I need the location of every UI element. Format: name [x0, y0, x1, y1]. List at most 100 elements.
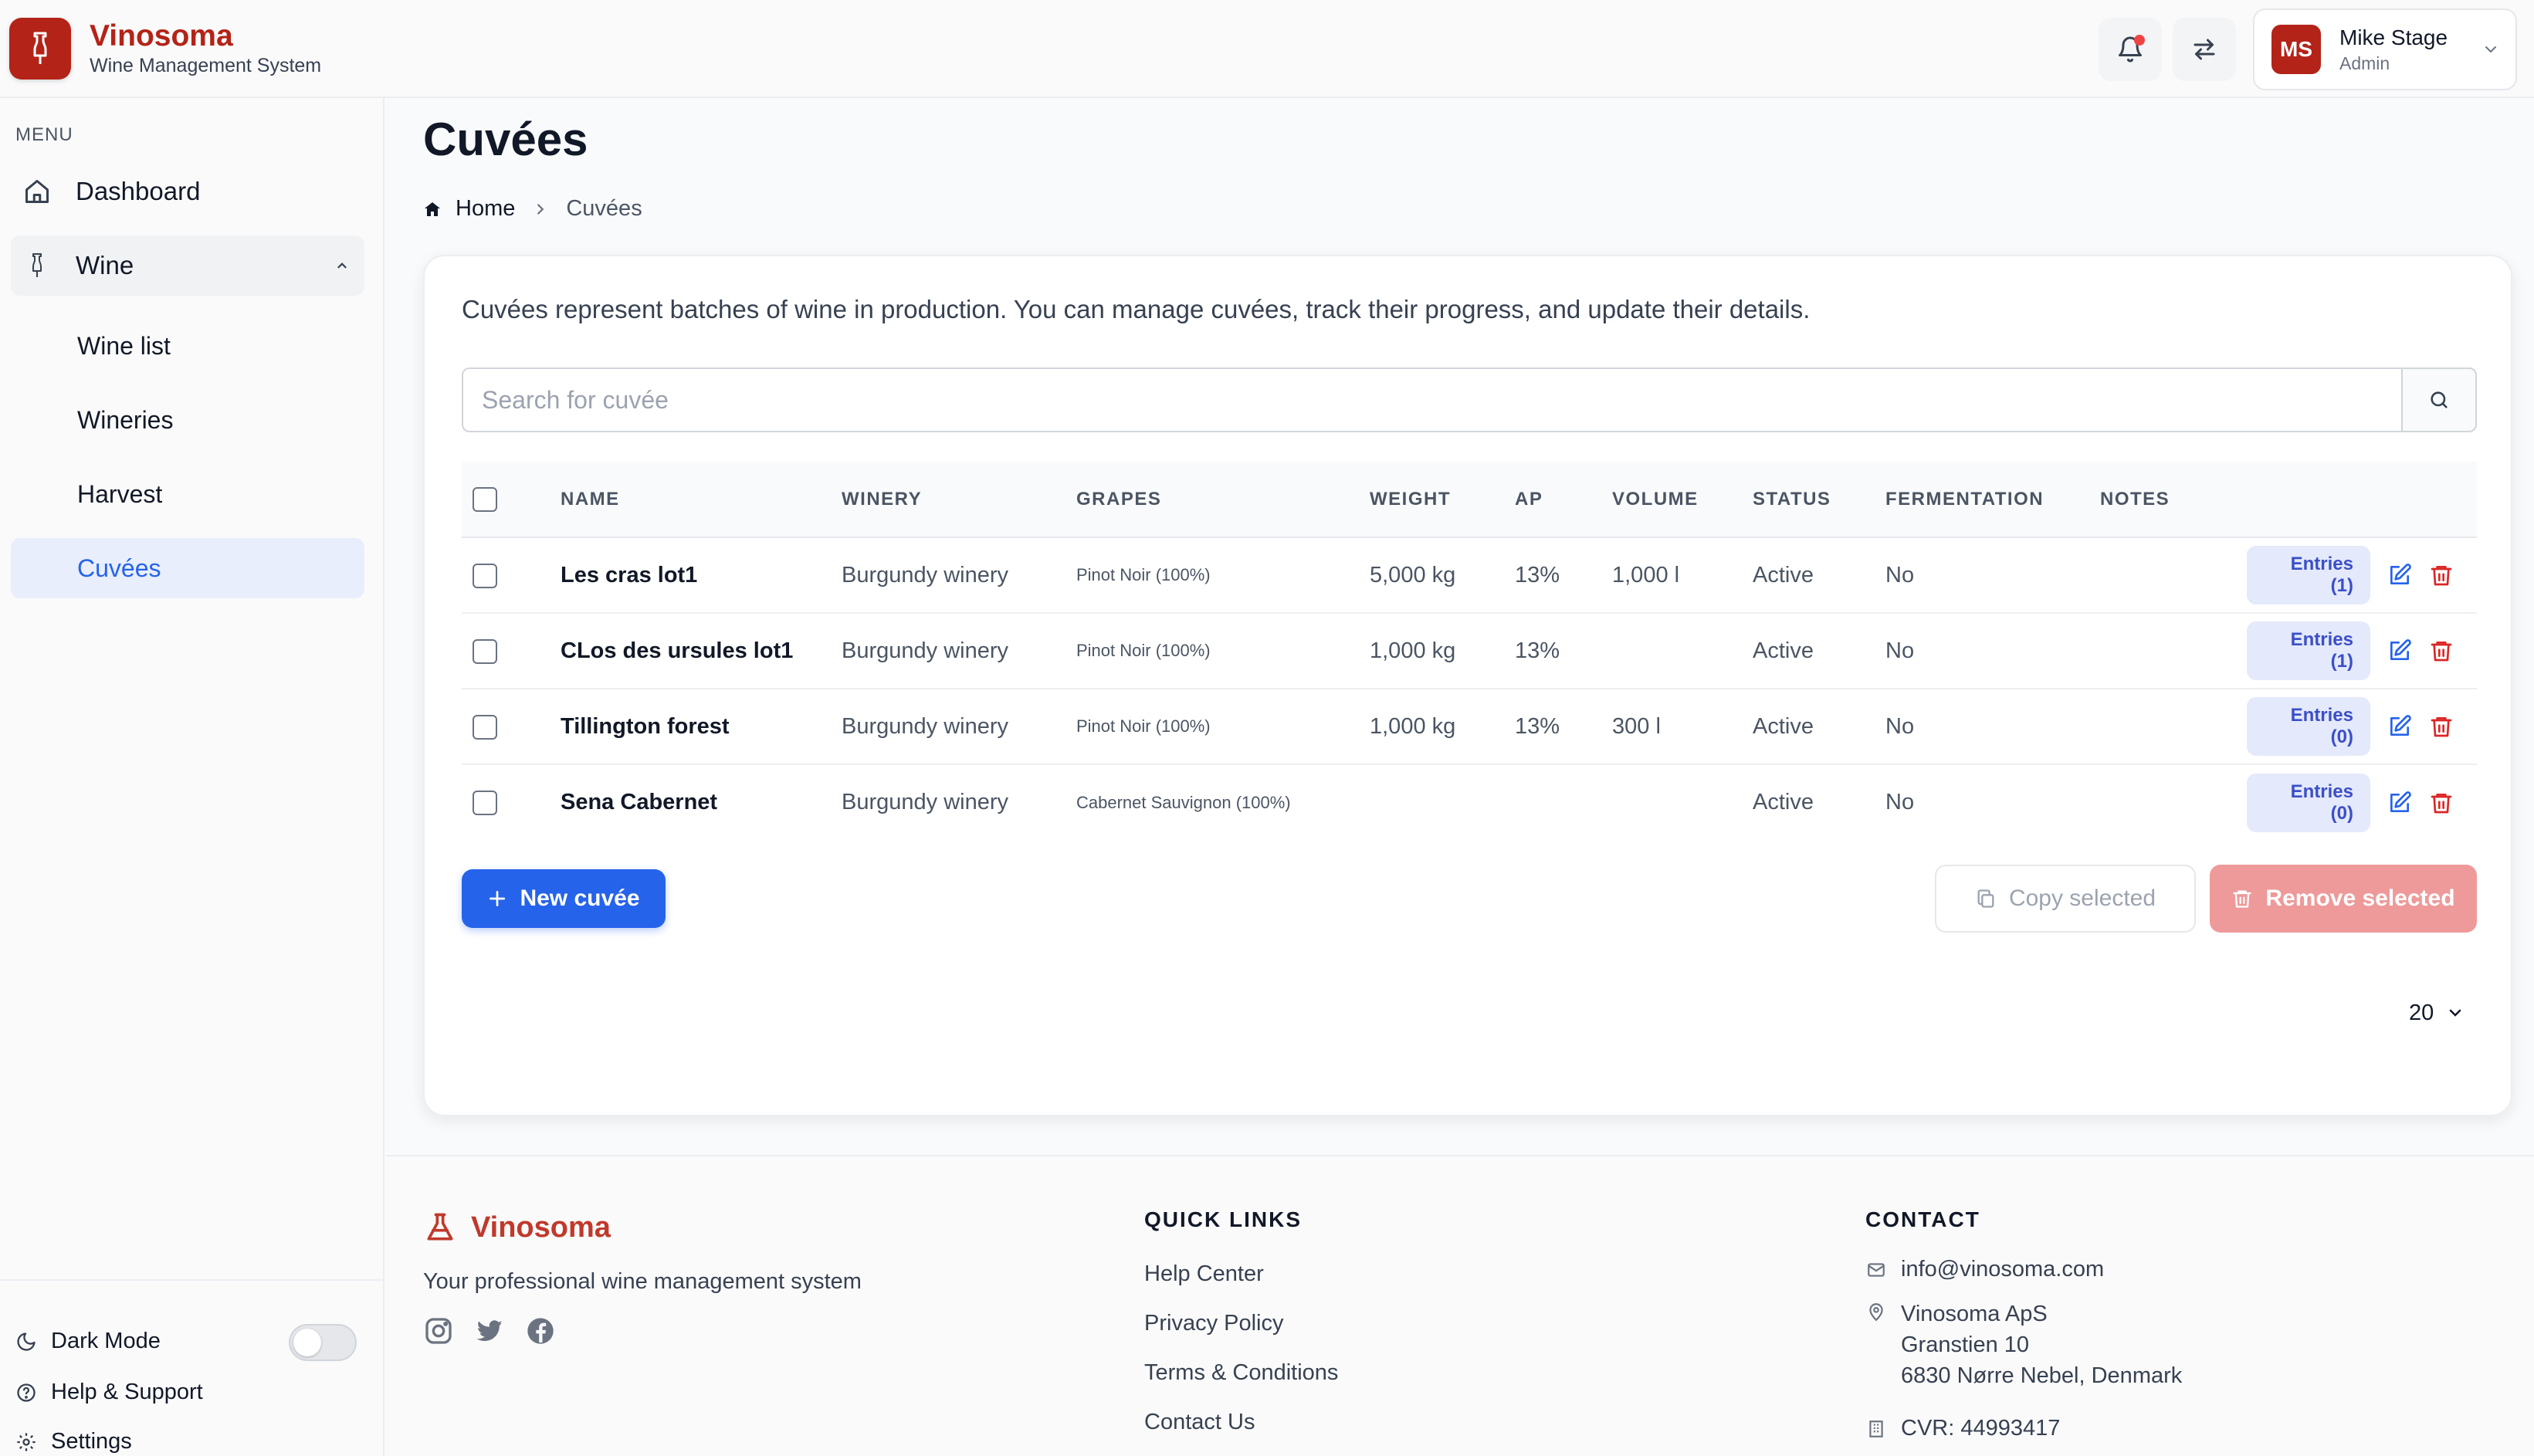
twitter-icon[interactable] — [474, 1315, 505, 1346]
chevron-down-icon — [2446, 1004, 2465, 1022]
footer-brand-name: Vinosoma — [471, 1211, 611, 1244]
cell-status: Active — [1753, 537, 1885, 614]
row-checkbox[interactable] — [473, 714, 497, 740]
cell-ap — [1515, 764, 1612, 840]
column-header-grapes[interactable]: GRAPES — [1076, 462, 1370, 538]
copy-selected-button[interactable]: Copy selected — [1935, 865, 2196, 933]
breadcrumb-current: Cuvées — [566, 196, 642, 221]
entries-button[interactable]: Entries (1) — [2247, 546, 2370, 604]
brand-subtitle: Wine Management System — [90, 54, 322, 76]
dark-mode-row: Dark Mode — [15, 1329, 161, 1354]
table-row[interactable]: Tillington forest Burgundy winery Pinot … — [462, 689, 2477, 765]
breadcrumb-home[interactable]: Home — [456, 196, 515, 222]
search-input[interactable] — [462, 367, 2401, 432]
sidebar-item-cuvees[interactable]: Cuvées — [11, 538, 364, 598]
cell-winery: Burgundy winery — [842, 689, 1076, 765]
cell-status: Active — [1753, 689, 1885, 765]
new-cuvee-button[interactable]: New cuvée — [462, 869, 666, 928]
select-all-checkbox[interactable] — [473, 486, 497, 512]
search-button[interactable] — [2401, 367, 2477, 432]
column-header-fermentation[interactable]: FERMENTATION — [1885, 462, 2100, 538]
sidebar-item-label: Harvest — [77, 479, 163, 508]
settings-link[interactable]: Settings — [15, 1429, 132, 1454]
trash-icon[interactable] — [2429, 791, 2454, 815]
cell-name[interactable]: Tillington forest — [561, 689, 842, 765]
avatar: MS — [2271, 24, 2321, 74]
home-icon — [22, 178, 53, 205]
edit-icon[interactable] — [2387, 714, 2412, 739]
row-checkbox[interactable] — [473, 791, 497, 816]
cell-weight: 5,000 kg — [1370, 537, 1515, 614]
sidebar-item-wine[interactable]: Wine — [11, 235, 364, 296]
cell-notes — [2100, 537, 2247, 614]
cell-notes — [2100, 689, 2247, 765]
instagram-icon[interactable] — [423, 1315, 454, 1346]
search-icon — [2428, 389, 2450, 411]
cell-grapes: Pinot Noir (100%) — [1076, 689, 1370, 765]
column-header-name[interactable]: NAME — [561, 462, 842, 538]
edit-icon[interactable] — [2387, 791, 2412, 815]
cell-notes — [2100, 764, 2247, 840]
entries-button[interactable]: Entries (0) — [2247, 773, 2370, 832]
sidebar-item-label: Wine list — [77, 331, 171, 360]
cell-name[interactable]: Sena Cabernet — [561, 764, 842, 840]
cuvees-card: Cuvées represent batches of wine in prod… — [423, 255, 2512, 1116]
home-icon — [423, 200, 442, 218]
notification-dot — [2134, 34, 2145, 46]
dark-mode-toggle[interactable] — [289, 1324, 357, 1361]
column-header-volume[interactable]: VOLUME — [1612, 462, 1753, 538]
privacy-policy-link[interactable]: Privacy Policy — [1144, 1311, 1284, 1336]
brand-name: Vinosoma — [90, 19, 233, 52]
sidebar-item-harvest[interactable]: Harvest — [11, 464, 364, 524]
sidebar-item-wineries[interactable]: Wineries — [11, 390, 364, 450]
cell-weight: 1,000 kg — [1370, 689, 1515, 765]
edit-icon[interactable] — [2387, 638, 2412, 663]
user-menu[interactable]: MS Mike Stage Admin — [2253, 8, 2517, 90]
sidebar-item-wine-list[interactable]: Wine list — [11, 316, 364, 376]
contact-email[interactable]: info@vinosoma.com — [1865, 1257, 2104, 1282]
sidebar-item-dashboard[interactable]: Dashboard — [11, 161, 364, 222]
table-row[interactable]: Les cras lot1 Burgundy winery Pinot Noir… — [462, 537, 2477, 614]
column-header-winery[interactable]: WINERY — [842, 462, 1076, 538]
cell-name[interactable]: Les cras lot1 — [561, 537, 842, 614]
row-checkbox[interactable] — [473, 563, 497, 588]
entries-button[interactable]: Entries (0) — [2247, 697, 2370, 756]
remove-selected-button[interactable]: Remove selected — [2210, 865, 2477, 933]
trash-icon[interactable] — [2429, 638, 2454, 663]
column-header-notes[interactable]: NOTES — [2100, 462, 2247, 538]
column-header-status[interactable]: STATUS — [1753, 462, 1885, 538]
menu-label: MENU — [15, 124, 73, 145]
trash-icon[interactable] — [2429, 714, 2454, 739]
search-bar — [462, 367, 2477, 432]
contact-us-link[interactable]: Contact Us — [1144, 1410, 1255, 1435]
chevron-up-icon — [335, 259, 349, 273]
facebook-icon[interactable] — [525, 1315, 556, 1346]
cell-volume: 1,000 l — [1612, 537, 1753, 614]
table-row[interactable]: Sena Cabernet Burgundy winery Cabernet S… — [462, 764, 2477, 840]
page-size-value: 20 — [2409, 1000, 2434, 1025]
cell-ap: 13% — [1515, 613, 1612, 689]
cell-grapes: Pinot Noir (100%) — [1076, 537, 1370, 614]
cell-name[interactable]: CLos des ursules lot1 — [561, 613, 842, 689]
terms-link[interactable]: Terms & Conditions — [1144, 1360, 1338, 1386]
mail-icon — [1865, 1260, 1887, 1280]
help-center-link[interactable]: Help Center — [1144, 1261, 1264, 1287]
help-support-link[interactable]: Help & Support — [15, 1380, 203, 1405]
edit-icon[interactable] — [2387, 563, 2412, 587]
brand[interactable]: Vinosoma Wine Management System — [9, 17, 322, 80]
column-header-weight[interactable]: WEIGHT — [1370, 462, 1515, 538]
trash-icon[interactable] — [2429, 563, 2454, 587]
entries-button[interactable]: Entries (1) — [2247, 621, 2370, 680]
cell-volume — [1612, 764, 1753, 840]
table-row[interactable]: CLos des ursules lot1 Burgundy winery Pi… — [462, 613, 2477, 689]
page-description: Cuvées represent batches of wine in prod… — [462, 295, 1811, 323]
sidebar: MENU Dashboard Wine Wine list Wineries H… — [0, 98, 385, 1456]
contact-title: CONTACT — [1865, 1207, 1980, 1231]
column-header-ap[interactable]: AP — [1515, 462, 1612, 538]
wine-bottle-logo-icon — [9, 17, 71, 80]
page-size-select[interactable]: 20 — [2363, 990, 2486, 1036]
notifications-button[interactable] — [2099, 17, 2162, 81]
map-pin-icon — [1865, 1302, 1887, 1322]
row-checkbox[interactable] — [473, 638, 497, 664]
switch-button[interactable] — [2173, 17, 2236, 81]
